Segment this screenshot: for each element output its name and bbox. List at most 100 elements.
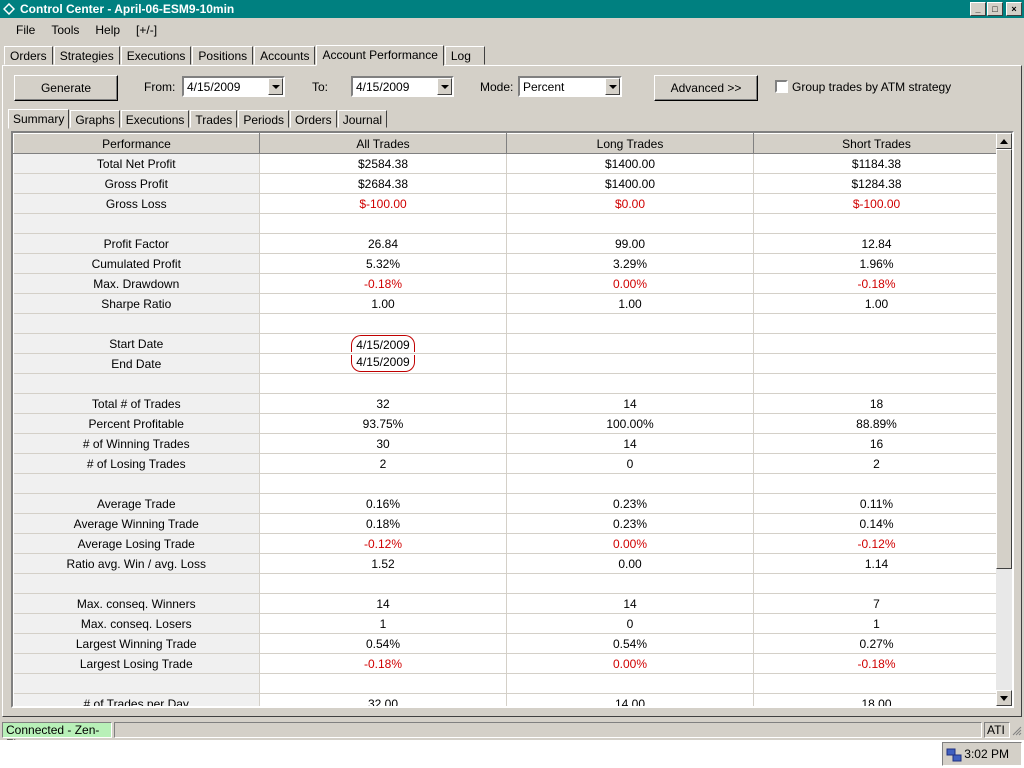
column-header-long-trades[interactable]: Long Trades: [506, 133, 754, 154]
tab-account-performance[interactable]: Account Performance: [316, 45, 444, 66]
row-label: Total # of Trades: [13, 393, 260, 414]
table-row: Sharpe Ratio 1.00 1.00 1.00: [13, 293, 1000, 314]
row-label: Sharpe Ratio: [13, 293, 260, 314]
tab-orders[interactable]: Orders: [4, 46, 53, 65]
tab-sub-executions[interactable]: Executions: [120, 110, 190, 128]
all-trades-cell: [259, 373, 507, 394]
long-trades-cell: 0.00%: [506, 273, 754, 294]
short-trades-cell: $1184.38: [753, 153, 1000, 174]
to-date-picker[interactable]: 4/15/2009: [351, 76, 454, 97]
status-panel: [114, 722, 982, 738]
all-trades-cell: [259, 213, 507, 234]
short-trades-cell: 0.14%: [753, 513, 1000, 534]
long-trades-cell: 3.29%: [506, 253, 754, 274]
column-header-performance[interactable]: Performance: [13, 133, 260, 154]
tab-periods[interactable]: Periods: [238, 110, 289, 128]
performance-table: Performance All Trades Long Trades Short…: [13, 133, 1000, 706]
close-button[interactable]: ×: [1006, 2, 1022, 16]
tab-log[interactable]: Log: [444, 46, 485, 65]
group-atm-checkbox[interactable]: [775, 80, 788, 93]
all-trades-cell: 1.52: [259, 553, 507, 574]
short-trades-cell: 2: [753, 453, 1000, 474]
row-label: [13, 573, 260, 594]
table-row: # of Trades per Day 32.00 14.00 18.00: [13, 693, 1000, 706]
menu-tools[interactable]: Tools: [43, 23, 87, 37]
menu-expand[interactable]: [+/-]: [128, 23, 165, 37]
table-row: Percent Profitable 93.75% 100.00% 88.89%: [13, 413, 1000, 434]
vertical-scrollbar[interactable]: [996, 133, 1012, 706]
long-trades-cell: [506, 473, 754, 494]
tab-executions[interactable]: Executions: [120, 46, 192, 65]
short-trades-cell: $-100.00: [753, 193, 1000, 214]
long-trades-cell: 0.00%: [506, 653, 754, 674]
row-label: Average Trade: [13, 493, 260, 514]
tab-trades[interactable]: Trades: [190, 110, 238, 128]
advanced-button[interactable]: Advanced >>: [654, 75, 758, 101]
row-label: Ratio avg. Win / avg. Loss: [13, 553, 260, 574]
all-trades-cell: $2684.38: [259, 173, 507, 194]
chevron-down-icon[interactable]: [437, 78, 452, 95]
column-header-all-trades[interactable]: All Trades: [259, 133, 507, 154]
generate-button[interactable]: Generate: [14, 75, 118, 101]
table-row: Profit Factor 26.84 99.00 12.84: [13, 233, 1000, 254]
long-trades-cell: 1.00: [506, 293, 754, 314]
all-trades-cell: 1.00: [259, 293, 507, 314]
table-row: [13, 213, 1000, 234]
all-trades-cell: [259, 473, 507, 494]
table-row: Average Losing Trade -0.12% 0.00% -0.12%: [13, 533, 1000, 554]
maximize-button[interactable]: □: [987, 2, 1003, 16]
tab-summary[interactable]: Summary: [8, 109, 70, 129]
tab-positions[interactable]: Positions: [192, 46, 254, 65]
row-label: Max. conseq. Losers: [13, 613, 260, 634]
annotation-circle: 4/15/2009: [351, 355, 415, 372]
column-header-short-trades[interactable]: Short Trades: [753, 133, 1000, 154]
table-row: Gross Loss $-100.00 $0.00 $-100.00: [13, 193, 1000, 214]
all-trades-cell: 0.54%: [259, 633, 507, 654]
mode-label: Mode:: [480, 80, 514, 94]
tab-strategies[interactable]: Strategies: [53, 46, 120, 65]
scroll-up-icon[interactable]: [996, 133, 1012, 149]
network-icon[interactable]: [946, 747, 962, 763]
table-row: Total # of Trades 32 14 18: [13, 393, 1000, 414]
table-row: [13, 573, 1000, 594]
row-label: Max. conseq. Winners: [13, 593, 260, 614]
menu-help[interactable]: Help: [87, 23, 128, 37]
scroll-down-icon[interactable]: [996, 690, 1012, 706]
menu-file[interactable]: File: [0, 23, 43, 37]
short-trades-cell: 12.84: [753, 233, 1000, 254]
table-row: [13, 473, 1000, 494]
app-icon: [2, 2, 16, 16]
system-tray: 3:02 PM: [942, 742, 1022, 766]
short-trades-cell: 1.00: [753, 293, 1000, 314]
resize-grip-icon[interactable]: [1012, 726, 1022, 736]
chevron-down-icon[interactable]: [268, 78, 283, 95]
long-trades-cell: 14: [506, 433, 754, 454]
row-label: [13, 373, 260, 394]
minimize-button[interactable]: _: [970, 2, 986, 16]
table-row: # of Losing Trades 2 0 2: [13, 453, 1000, 474]
short-trades-cell: 7: [753, 593, 1000, 614]
short-trades-cell: [753, 213, 1000, 234]
scroll-thumb[interactable]: [996, 149, 1012, 569]
table-row: Ratio avg. Win / avg. Loss 1.52 0.00 1.14: [13, 553, 1000, 574]
group-atm-label: Group trades by ATM strategy: [792, 80, 952, 94]
table-row: Max. conseq. Losers 1 0 1: [13, 613, 1000, 634]
all-trades-cell: 32.00: [259, 693, 507, 706]
mode-select[interactable]: Percent: [518, 76, 622, 97]
table-row: [13, 673, 1000, 694]
status-bar: Connected - Zen-Fire ATI: [0, 720, 1024, 751]
window-title: Control Center - April-06-ESM9-10min: [20, 2, 235, 16]
long-trades-cell: 0.23%: [506, 513, 754, 534]
table-row: End Date 4/15/2009: [13, 353, 1000, 374]
tab-graphs[interactable]: Graphs: [70, 110, 120, 128]
tab-journal[interactable]: Journal: [337, 110, 388, 128]
ati-status: ATI: [984, 722, 1010, 738]
tab-accounts[interactable]: Accounts: [254, 46, 316, 65]
clock[interactable]: 3:02 PM: [964, 747, 1009, 761]
from-date-picker[interactable]: 4/15/2009: [182, 76, 285, 97]
chevron-down-icon[interactable]: [605, 78, 620, 95]
tab-sub-orders[interactable]: Orders: [290, 110, 337, 128]
row-label: [13, 213, 260, 234]
short-trades-cell: [753, 313, 1000, 334]
all-trades-cell: 14: [259, 593, 507, 614]
